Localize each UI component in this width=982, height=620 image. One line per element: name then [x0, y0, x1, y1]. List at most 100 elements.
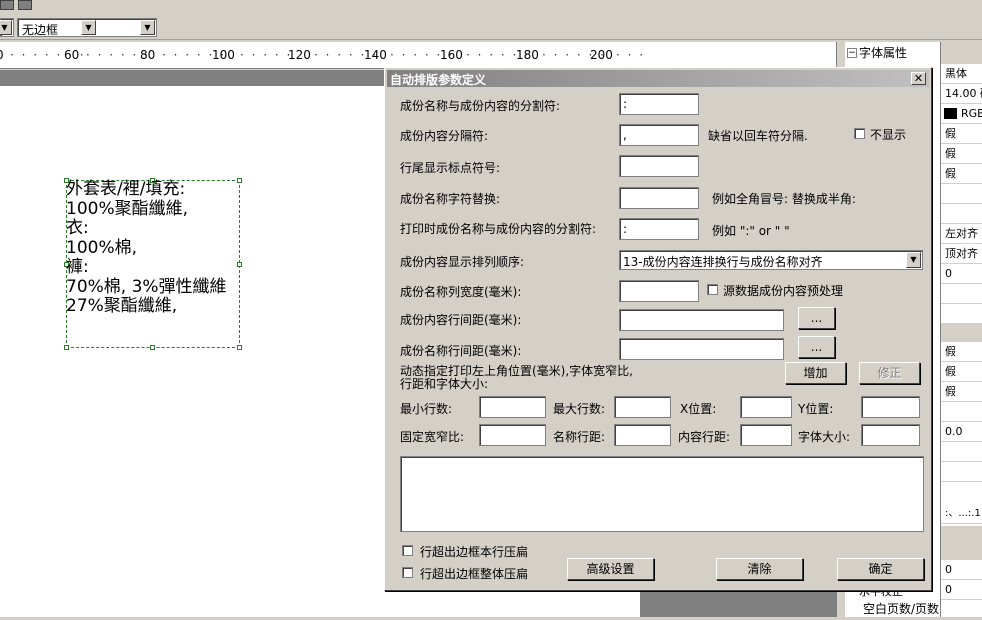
- name-line-spacing-input[interactable]: [619, 338, 784, 360]
- prop-value[interactable]: 左对齐: [941, 224, 982, 244]
- border-style-value: 无边框: [22, 23, 59, 37]
- dynamic-list-area[interactable]: [400, 456, 924, 532]
- prop-value[interactable]: :、...:.1: [941, 504, 982, 524]
- content-line-spacing-browse-button[interactable]: ...: [798, 307, 835, 329]
- prop-value[interactable]: 14.00 磅: [941, 84, 982, 104]
- min-rows-input[interactable]: [479, 396, 546, 418]
- order-select[interactable]: 13-成份内容连排换行与成份名称对齐 ▼: [619, 250, 923, 270]
- resize-handle[interactable]: [150, 345, 155, 350]
- prop-value[interactable]: 0: [941, 560, 982, 580]
- clear-button[interactable]: 清除: [716, 558, 803, 580]
- order-label: 成份内容显示排列顺序:: [400, 255, 525, 269]
- color-value: RGB: [961, 107, 982, 120]
- prop-value[interactable]: [941, 462, 982, 482]
- no-display-checkbox[interactable]: [854, 128, 865, 139]
- chevron-down-icon[interactable]: ▼: [906, 252, 921, 268]
- y-position-label: Y位置:: [798, 402, 834, 416]
- border-style-combo[interactable]: 无边框 ▼ ▼: [17, 18, 157, 37]
- prop-value[interactable]: [941, 184, 982, 204]
- name-line-spacing-label: 成份名称行间距(毫米):: [400, 344, 522, 358]
- prop-value[interactable]: 假: [941, 144, 982, 164]
- prop-value[interactable]: [941, 284, 982, 304]
- print-separator-input[interactable]: :: [619, 218, 699, 240]
- dialog-titlebar[interactable]: 自动排版参数定义 ✕: [387, 70, 929, 87]
- panel-section-strip: [941, 526, 982, 560]
- prop-value[interactable]: 0.0: [941, 422, 982, 442]
- max-rows-input[interactable]: [614, 396, 671, 418]
- prop-value[interactable]: [941, 442, 982, 462]
- fixed-ratio-input[interactable]: [479, 424, 546, 446]
- prop-value[interactable]: 0: [941, 264, 982, 284]
- prop-value[interactable]: 顶对齐: [941, 244, 982, 264]
- font-size-label: 字体大小:: [798, 430, 851, 444]
- ok-button[interactable]: 确定: [837, 558, 924, 580]
- content-separator-input[interactable]: ,: [619, 124, 699, 146]
- content-line-spacing-label: 成份内容行间距(毫米):: [400, 313, 522, 327]
- name-col-width-input[interactable]: [619, 280, 699, 302]
- add-button[interactable]: 增加: [785, 362, 846, 384]
- content-spacing-input[interactable]: [740, 424, 792, 446]
- canvas-gray-bottom: [640, 592, 836, 617]
- resize-handle[interactable]: [237, 345, 242, 350]
- overflow-row-checkbox[interactable]: [402, 545, 413, 556]
- content-separator-label: 成份内容分隔符:: [400, 129, 489, 143]
- name-line-spacing-browse-button[interactable]: ...: [798, 336, 835, 358]
- ruler: 0 · · · · · · · 60 · · · · · · 80 · · · …: [0, 42, 836, 69]
- ruler-ticks: · · ·: [616, 48, 646, 62]
- toolbar-icon-a[interactable]: [0, 0, 14, 10]
- toolbar: ▼ 无边框 ▼ ▼: [0, 0, 982, 40]
- prop-value[interactable]: 假: [941, 382, 982, 402]
- name-col-width-label: 成份名称列宽度(毫米):: [400, 285, 522, 299]
- print-separator-label: 打印时成份名称与成份内容的分割符:: [400, 222, 597, 236]
- y-position-input[interactable]: [861, 396, 920, 418]
- name-replace-label: 成份名称字符替换:: [400, 192, 501, 206]
- order-select-value: 13-成份内容连排换行与成份名称对齐: [623, 255, 823, 269]
- name-replace-input[interactable]: [619, 187, 699, 209]
- section-font-properties: 字体属性: [859, 46, 908, 60]
- prop-value[interactable]: [941, 204, 982, 224]
- font-size-input[interactable]: [861, 424, 920, 446]
- x-position-input[interactable]: [740, 396, 792, 418]
- prop-value[interactable]: 0: [941, 580, 982, 600]
- max-rows-label: 最大行数:: [553, 402, 606, 416]
- prop-value[interactable]: 黑体: [941, 64, 982, 84]
- overflow-all-label: 行超出边框整体压扁: [420, 567, 529, 581]
- ruler-label: 200: [590, 48, 613, 62]
- name-spacing-input[interactable]: [614, 424, 671, 446]
- prop-value[interactable]: [941, 304, 982, 324]
- modify-button[interactable]: 修正: [859, 362, 920, 384]
- preprocess-label: 源数据成份内容预处理: [723, 284, 844, 298]
- dynamic-position-label: 动态指定打印左上角位置(毫米),字体宽窄比, 行距和字体大小:: [400, 364, 633, 391]
- prop-name-blank-pages: 空白页数/页数: [863, 602, 940, 616]
- resize-handle[interactable]: [64, 345, 69, 350]
- name-spacing-label: 名称行距:: [553, 430, 606, 444]
- panel-section-strip: [941, 324, 982, 342]
- close-icon[interactable]: ✕: [911, 72, 926, 85]
- panel-header-strip: [941, 42, 982, 64]
- advanced-settings-button[interactable]: 高级设置: [567, 558, 654, 580]
- ruler-label: 0: [0, 48, 4, 62]
- dialog-title: 自动排版参数定义: [390, 73, 487, 87]
- chevron-down-icon: ▼: [81, 20, 96, 35]
- prop-value[interactable]: 假: [941, 362, 982, 382]
- print-separator-hint: 例如 ":" or " ": [712, 224, 790, 238]
- ruler-label: 140: [364, 48, 387, 62]
- prop-value[interactable]: 假: [941, 164, 982, 184]
- name-replace-hint: 例如全角冒号: 替换成半角:: [712, 192, 856, 206]
- color-swatch: [944, 108, 957, 119]
- overflow-all-checkbox[interactable]: [402, 567, 413, 578]
- separator-input[interactable]: :: [619, 93, 699, 115]
- composition-text: 外套表/裡/填充: 100%聚酯纖維, 衣: 100%棉, 褲: 70%棉, 3…: [66, 179, 227, 316]
- toolbar-combo-left[interactable]: ▼: [0, 18, 14, 37]
- content-line-spacing-input[interactable]: [619, 309, 784, 331]
- prop-value[interactable]: 假: [941, 342, 982, 362]
- preprocess-checkbox[interactable]: [707, 284, 718, 295]
- overflow-row-label: 行超出边框本行压扁: [420, 545, 529, 559]
- line-end-input[interactable]: [619, 155, 699, 177]
- ruler-label: 100: [212, 48, 235, 62]
- toolbar-icon-b[interactable]: [18, 0, 32, 10]
- ruler-label: 120: [288, 48, 311, 62]
- prop-value[interactable]: 假: [941, 124, 982, 144]
- prop-value[interactable]: [941, 402, 982, 422]
- prop-value[interactable]: RGB: [941, 104, 982, 124]
